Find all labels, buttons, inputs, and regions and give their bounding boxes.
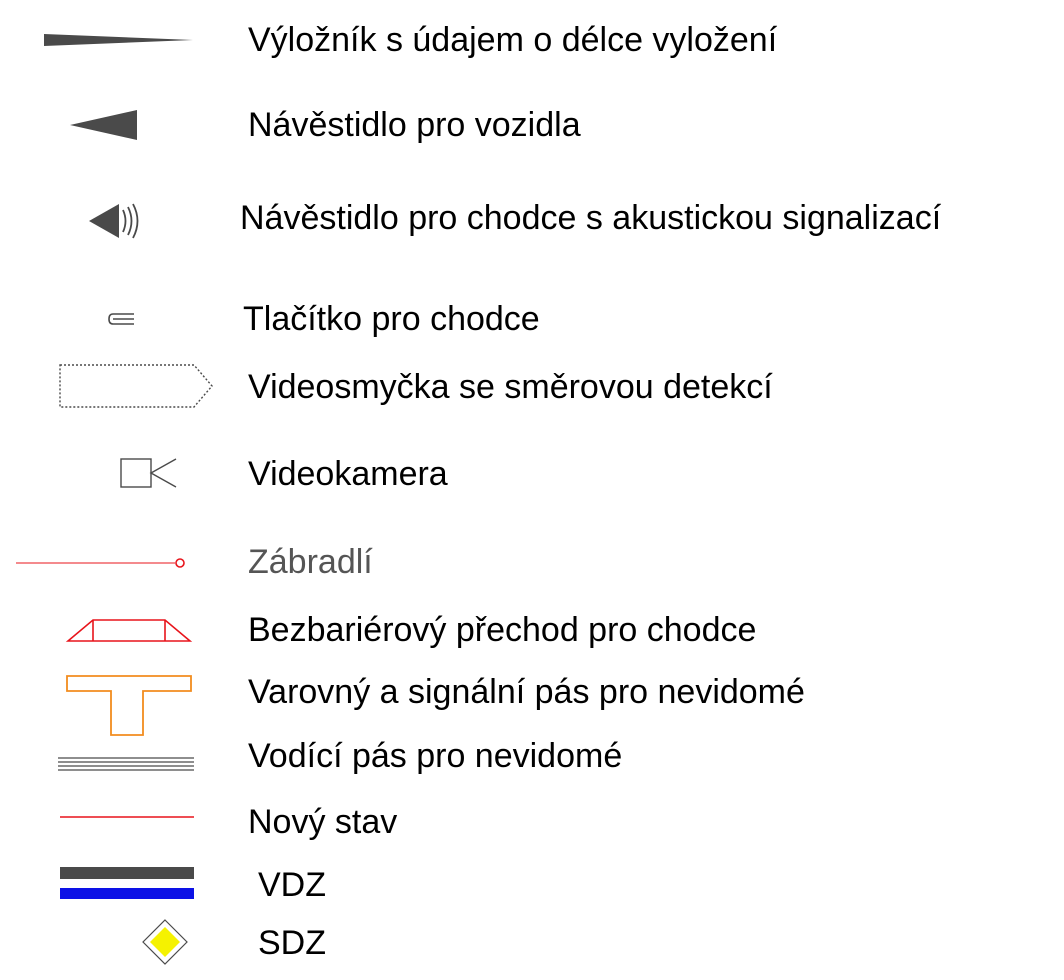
vehicle-signal-triangle-icon — [70, 110, 137, 140]
legend-label-warning-strip: Varovný a signální pás pro nevidomé — [248, 673, 805, 711]
warning-strip-t-icon — [66, 675, 192, 736]
legend: Výložník s údajem o délce vyložení Návěs… — [0, 0, 1064, 980]
legend-label-boom-arm: Výložník s údajem o délce vyložení — [248, 21, 778, 59]
legend-label-vdz: VDZ — [258, 866, 326, 904]
sdz-priority-diamond-icon — [142, 919, 188, 965]
legend-symbols — [16, 34, 213, 965]
legend-label-video-loop: Videosmyčka se směrovou detekcí — [248, 368, 773, 406]
guide-strip-lines-icon — [58, 757, 194, 771]
legend-label-railing: Zábradlí — [248, 543, 373, 581]
legend-label-new-state: Nový stav — [248, 803, 398, 841]
legend-label-pedestrian-signal-acoustic: Návěstidlo pro chodce s akustickou signa… — [240, 199, 942, 237]
video-loop-directional-icon — [59, 364, 213, 408]
legend-label-barrier-free-crossing: Bezbariérový přechod pro chodce — [248, 611, 757, 649]
video-camera-icon — [120, 458, 177, 488]
legend-label-pedestrian-button: Tlačítko pro chodce — [243, 300, 540, 338]
vdz-marking-icon — [60, 867, 194, 899]
legend-label-guide-strip: Vodící pás pro nevidomé — [248, 737, 623, 775]
legend-label-video-camera: Videokamera — [248, 455, 448, 493]
barrier-free-crossing-icon — [65, 619, 193, 642]
railing-line-icon — [16, 558, 185, 568]
pedestrian-button-icon — [108, 313, 134, 325]
legend-label-sdz: SDZ — [258, 924, 326, 962]
boom-arm-wedge-icon — [44, 34, 193, 46]
legend-label-vehicle-signal: Návěstidlo pro vozidla — [248, 106, 581, 144]
pedestrian-signal-acoustic-icon — [89, 203, 139, 239]
